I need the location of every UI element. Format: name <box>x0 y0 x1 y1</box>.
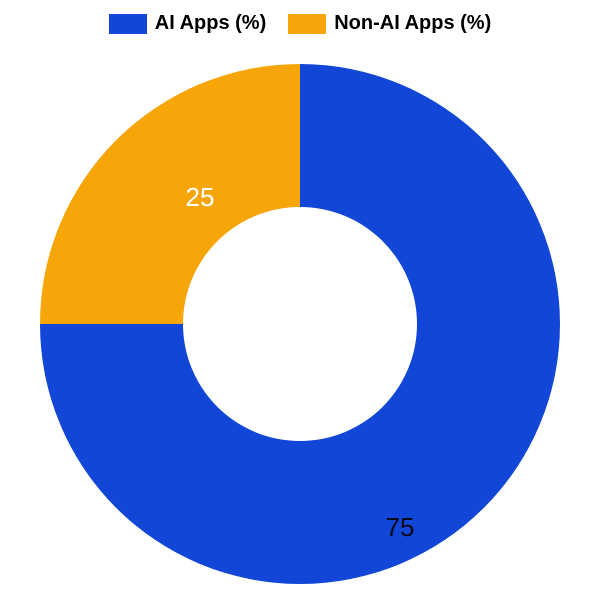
legend-item-non-ai-apps: Non-AI Apps (%) <box>288 12 491 35</box>
donut-chart: 75 25 <box>0 48 600 600</box>
donut-slice-1 <box>40 64 300 324</box>
chart-legend: AI Apps (%) Non-AI Apps (%) <box>0 12 600 35</box>
legend-swatch-icon <box>109 14 147 34</box>
legend-item-ai-apps: AI Apps (%) <box>109 12 266 35</box>
slice-label-1: 25 <box>186 182 215 212</box>
legend-label: Non-AI Apps (%) <box>334 12 491 35</box>
slice-label-0: 75 <box>386 512 415 542</box>
legend-label: AI Apps (%) <box>155 12 266 35</box>
donut-svg: 75 25 <box>30 54 570 594</box>
legend-swatch-icon <box>288 14 326 34</box>
